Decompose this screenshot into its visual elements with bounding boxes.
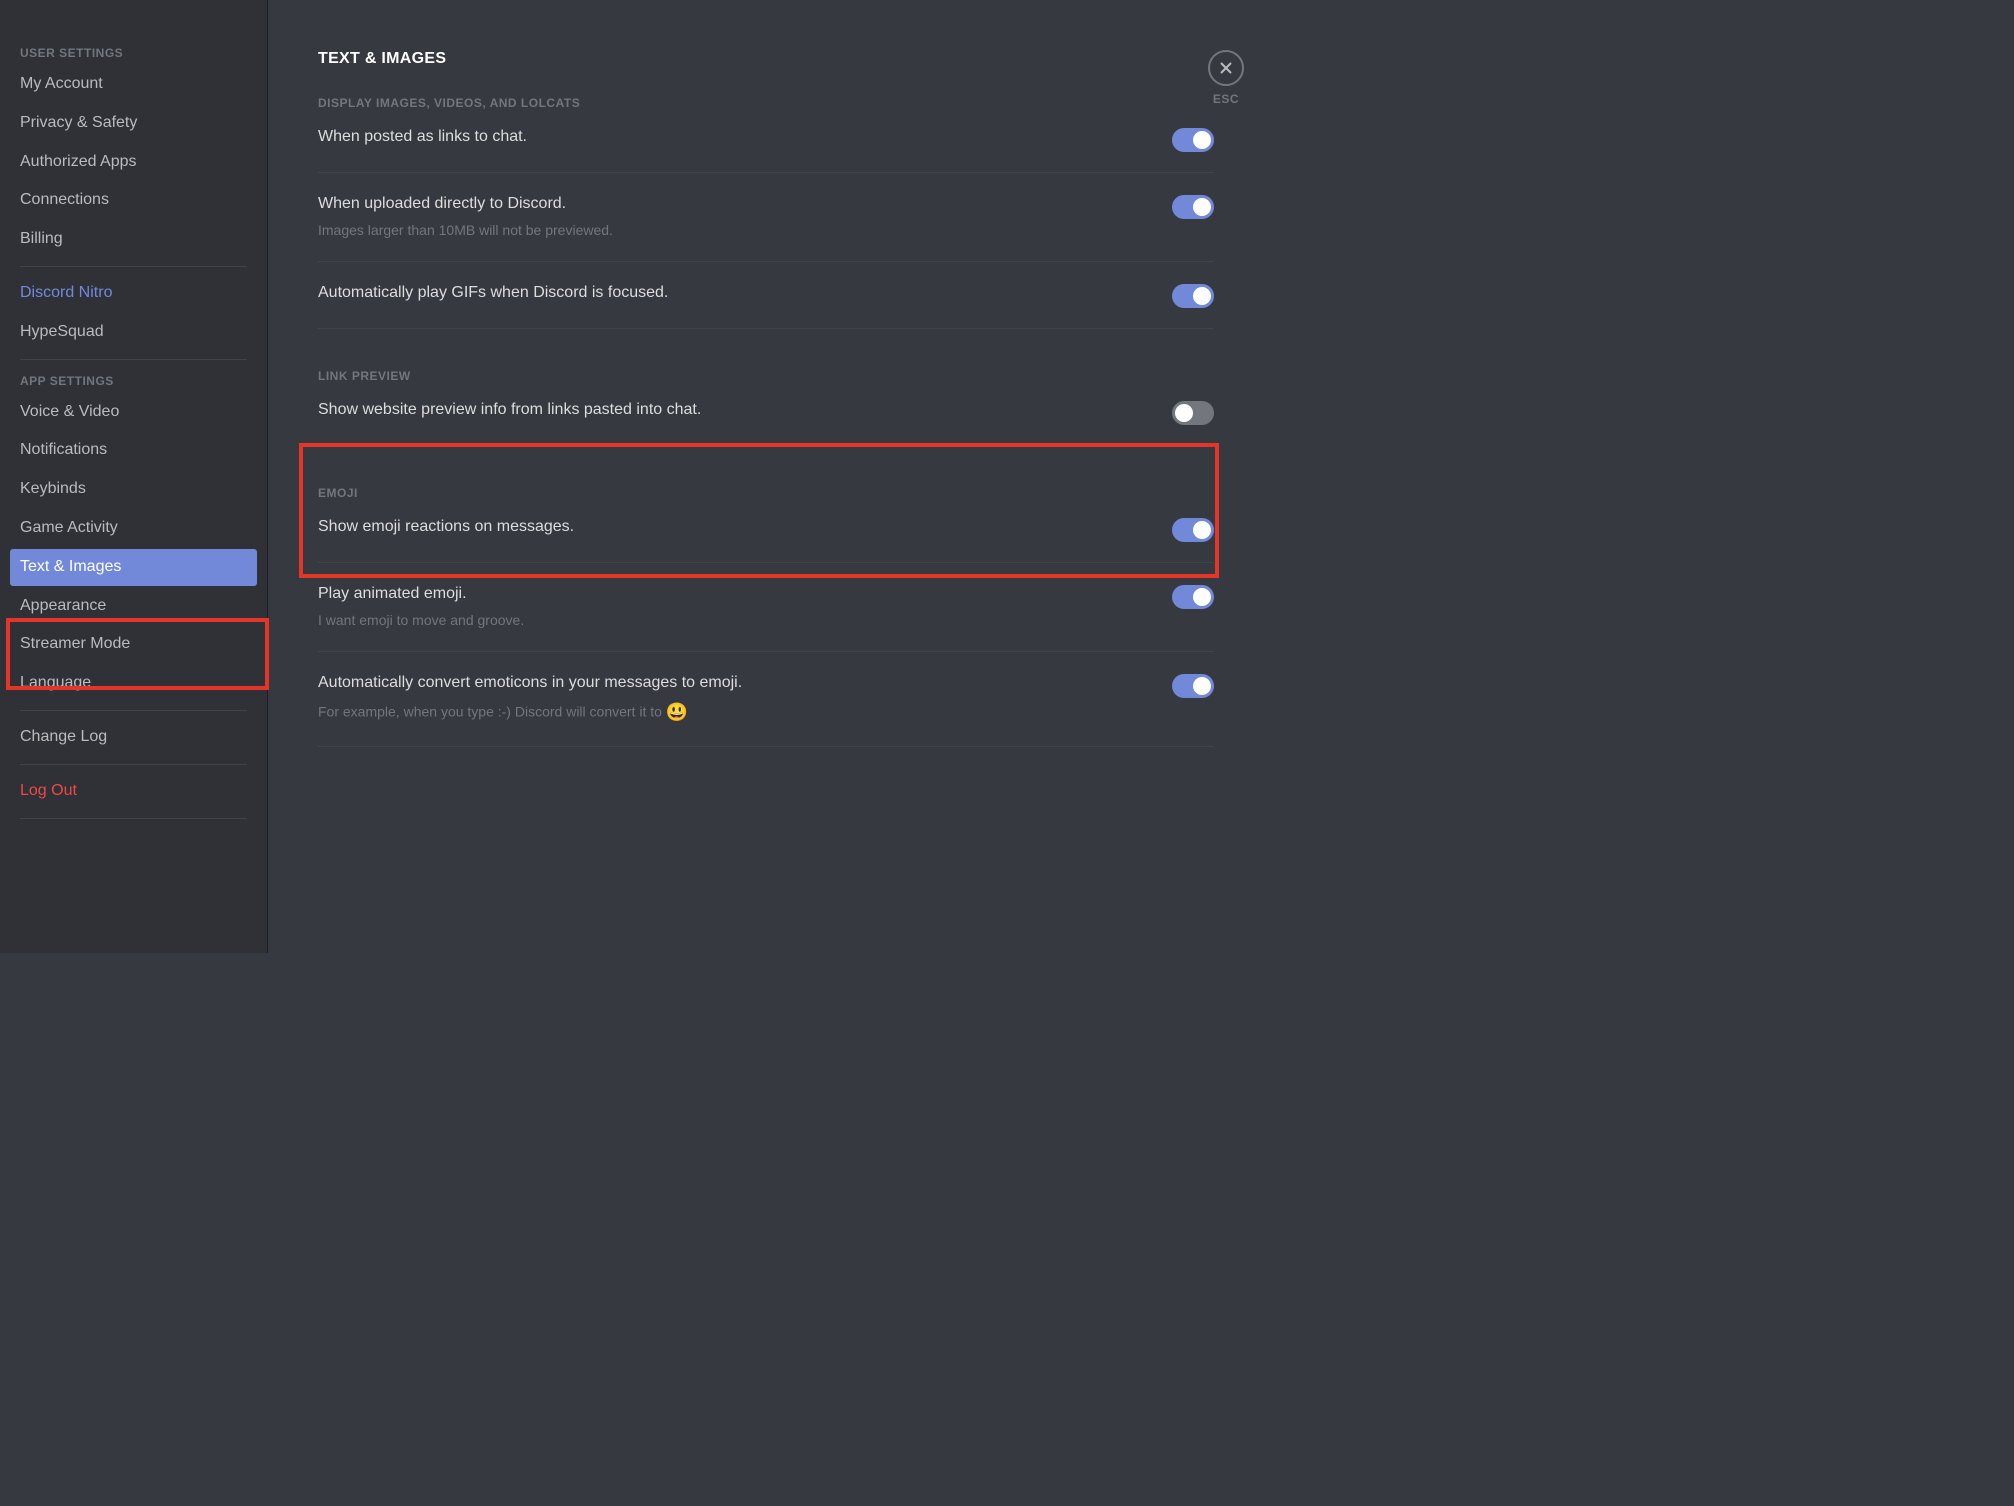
- setting-desc: For example, when you type :-) Discord w…: [318, 700, 1152, 725]
- setting-label: Show emoji reactions on messages.: [318, 516, 1152, 538]
- setting-row-animated-emoji: Play animated emoji. I want emoji to mov…: [318, 583, 1214, 652]
- setting-desc: I want emoji to move and groove.: [318, 611, 1152, 631]
- sidebar-item-change-log[interactable]: Change Log: [10, 719, 257, 756]
- sidebar-item-authorized-apps[interactable]: Authorized Apps: [10, 144, 257, 181]
- page-title: TEXT & IMAGES: [318, 50, 1214, 68]
- sidebar-separator: [20, 359, 247, 360]
- setting-label: Automatically convert emoticons in your …: [318, 672, 1152, 694]
- toggle-link-preview[interactable]: [1172, 401, 1214, 425]
- section-header-display: DISPLAY IMAGES, VIDEOS, AND LOLCATS: [318, 96, 1214, 110]
- close-button[interactable]: [1208, 50, 1244, 86]
- sidebar-item-streamer-mode[interactable]: Streamer Mode: [10, 626, 257, 663]
- close-area: ESC: [1208, 50, 1244, 106]
- sidebar-item-connections[interactable]: Connections: [10, 182, 257, 219]
- setting-desc-text: For example, when you type :-) Discord w…: [318, 704, 666, 720]
- sidebar-item-game-activity[interactable]: Game Activity: [10, 510, 257, 547]
- section-header-link-preview: LINK PREVIEW: [318, 369, 1214, 383]
- toggle-uploaded-directly[interactable]: [1172, 195, 1214, 219]
- setting-label: Automatically play GIFs when Discord is …: [318, 282, 1152, 304]
- sidebar-separator: [20, 266, 247, 267]
- toggle-posted-links[interactable]: [1172, 128, 1214, 152]
- setting-desc: Images larger than 10MB will not be prev…: [318, 221, 1152, 241]
- smile-emoji-icon: 😃: [666, 700, 688, 725]
- setting-row-posted-links: When posted as links to chat.: [318, 126, 1214, 173]
- section-header-emoji: EMOJI: [318, 486, 1214, 500]
- toggle-convert-emoticons[interactable]: [1172, 674, 1214, 698]
- setting-row-uploaded-directly: When uploaded directly to Discord. Image…: [318, 193, 1214, 262]
- sidebar-item-notifications[interactable]: Notifications: [10, 432, 257, 469]
- sidebar-separator: [20, 710, 247, 711]
- settings-content: ESC TEXT & IMAGES DISPLAY IMAGES, VIDEOS…: [268, 0, 1274, 953]
- setting-label: Show website preview info from links pas…: [318, 399, 1152, 421]
- sidebar-item-text-images[interactable]: Text & Images: [10, 549, 257, 586]
- sidebar-separator: [20, 818, 247, 819]
- setting-row-emoji-reactions: Show emoji reactions on messages.: [318, 516, 1214, 563]
- toggle-emoji-reactions[interactable]: [1172, 518, 1214, 542]
- close-icon: [1218, 60, 1234, 76]
- setting-label: When posted as links to chat.: [318, 126, 1152, 148]
- setting-row-link-preview: Show website preview info from links pas…: [318, 399, 1214, 446]
- sidebar-item-log-out[interactable]: Log Out: [10, 773, 257, 810]
- sidebar-item-discord-nitro[interactable]: Discord Nitro: [10, 275, 257, 312]
- sidebar-item-billing[interactable]: Billing: [10, 221, 257, 258]
- close-label: ESC: [1208, 92, 1244, 106]
- sidebar-item-privacy-safety[interactable]: Privacy & Safety: [10, 105, 257, 142]
- sidebar-item-my-account[interactable]: My Account: [10, 66, 257, 103]
- toggle-animated-emoji[interactable]: [1172, 585, 1214, 609]
- sidebar-item-appearance[interactable]: Appearance: [10, 588, 257, 625]
- sidebar-item-language[interactable]: Language: [10, 665, 257, 702]
- sidebar-item-keybinds[interactable]: Keybinds: [10, 471, 257, 508]
- sidebar-item-hypesquad[interactable]: HypeSquad: [10, 314, 257, 351]
- sidebar-header-user-settings: USER SETTINGS: [10, 40, 257, 66]
- sidebar-header-app-settings: APP SETTINGS: [10, 368, 257, 394]
- sidebar-separator: [20, 764, 247, 765]
- sidebar-item-voice-video[interactable]: Voice & Video: [10, 394, 257, 431]
- setting-row-convert-emoticons: Automatically convert emoticons in your …: [318, 672, 1214, 747]
- setting-row-autoplay-gifs: Automatically play GIFs when Discord is …: [318, 282, 1214, 329]
- setting-label: When uploaded directly to Discord.: [318, 193, 1152, 215]
- setting-label: Play animated emoji.: [318, 583, 1152, 605]
- toggle-autoplay-gifs[interactable]: [1172, 284, 1214, 308]
- settings-sidebar: USER SETTINGS My Account Privacy & Safet…: [0, 0, 268, 953]
